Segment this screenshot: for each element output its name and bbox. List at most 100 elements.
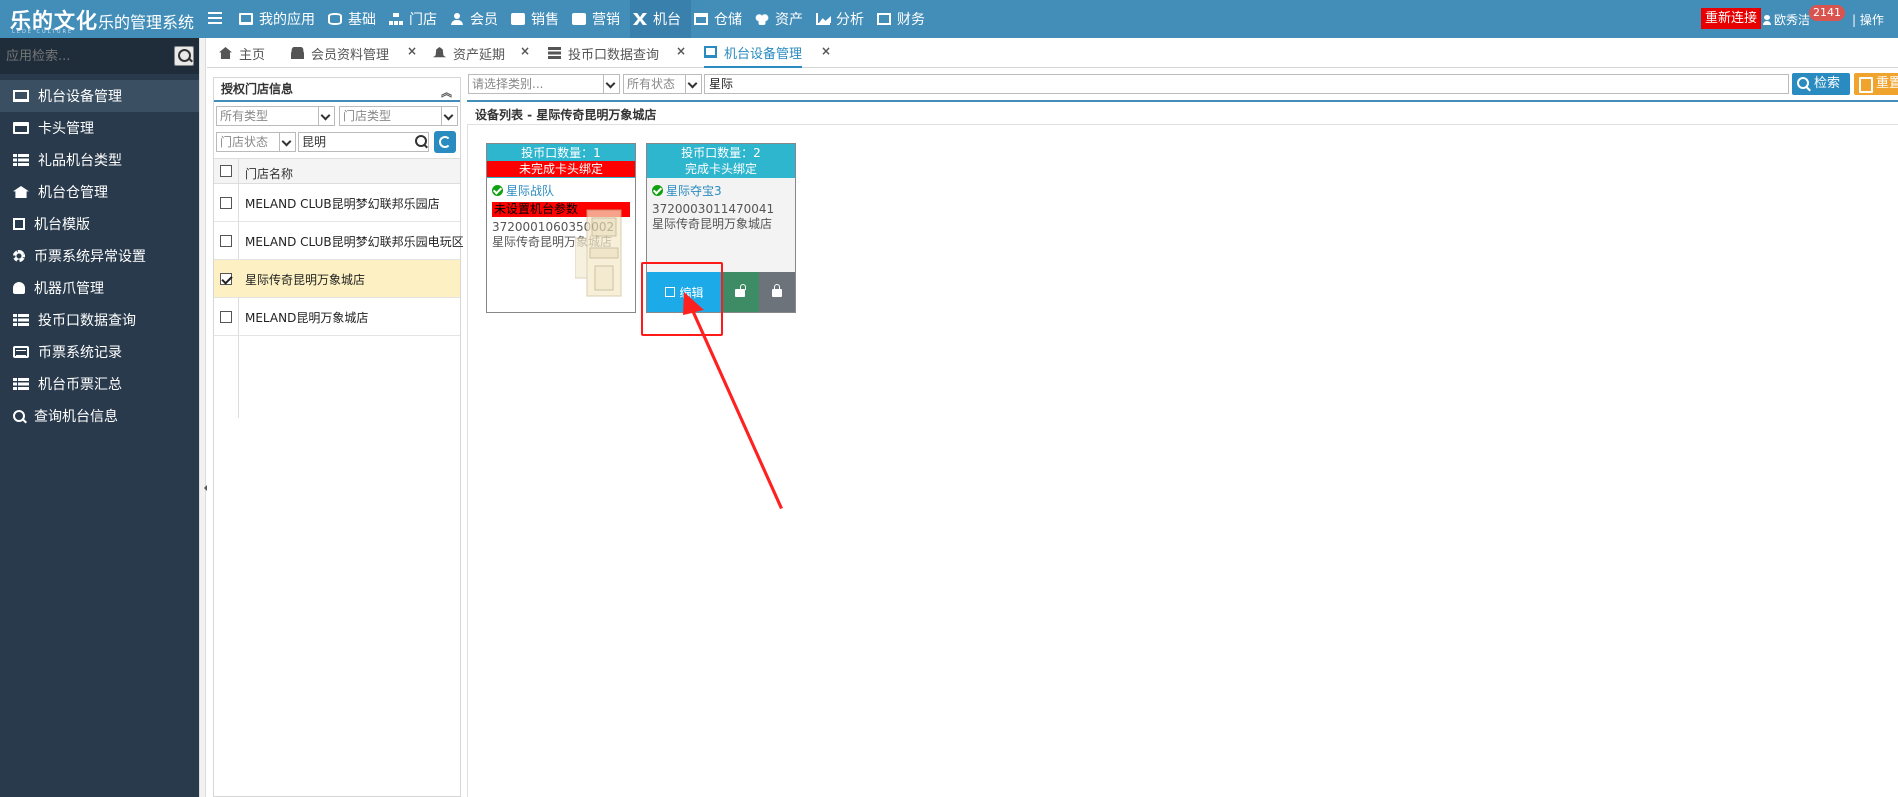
status-select[interactable]: 所有状态 bbox=[623, 74, 702, 94]
sidebar-collapse-handle[interactable] bbox=[199, 38, 207, 797]
row-checkbox[interactable] bbox=[220, 311, 232, 323]
tab-member-info[interactable]: 会员资料管理 bbox=[291, 38, 389, 68]
device-list-header: 设备列表 - 星际传奇昆明万象城店 bbox=[467, 100, 1898, 125]
nav-item-finance[interactable]: 财务 bbox=[874, 0, 935, 38]
store-status-filter-select[interactable]: 门店状态 bbox=[216, 132, 296, 152]
nav-item-my-apps[interactable]: 我的应用 bbox=[236, 0, 325, 38]
device-name[interactable]: 星际夺宝3 bbox=[652, 182, 790, 199]
table-icon bbox=[13, 154, 29, 166]
sidebar-item-ticket-summary[interactable]: 机台币票汇总 bbox=[0, 368, 199, 400]
store-panel: 授权门店信息 ︽ 所有类型 门店类型 门店状态 昆明 门店名称 MELAND C… bbox=[213, 77, 464, 797]
user-icon bbox=[1763, 14, 1771, 25]
tab-member-info-close-icon[interactable]: × bbox=[407, 44, 417, 58]
select-all-checkbox[interactable] bbox=[220, 165, 232, 177]
sidebar-item-ticket-records[interactable]: 币票系统记录 bbox=[0, 336, 199, 368]
nav-item-store[interactable]: 门店 bbox=[386, 0, 447, 38]
store-name-cell: 星际传奇昆明万象城店 bbox=[245, 273, 366, 287]
user-menu[interactable]: 欧秀洁 bbox=[1763, 11, 1810, 28]
nav-item-marketing[interactable]: 营销 bbox=[569, 0, 630, 38]
nav-item-analysis[interactable]: 分析 bbox=[813, 0, 874, 38]
home-icon bbox=[13, 186, 29, 198]
bind-status-badge: 完成卡头绑定 bbox=[684, 162, 757, 176]
tab-coin-slot-query[interactable]: 投币口数据查询 bbox=[548, 38, 659, 68]
chevron-down-icon bbox=[279, 133, 295, 151]
tab-asset-extension-close-icon[interactable]: × bbox=[520, 44, 530, 58]
device-code: 3720003011470041 bbox=[652, 202, 775, 216]
search-icon[interactable] bbox=[412, 133, 430, 151]
device-card[interactable]: 投币口数量：1 未完成卡头绑定 星际战队 未设置机台参数 37200010603… bbox=[486, 143, 636, 313]
print-icon bbox=[572, 13, 586, 25]
device-name[interactable]: 星际战队 bbox=[492, 182, 630, 199]
users-icon bbox=[291, 47, 304, 59]
credit-card-icon bbox=[13, 122, 29, 134]
row-checkbox[interactable] bbox=[220, 235, 232, 247]
nav-item-member[interactable]: 会员 bbox=[447, 0, 508, 38]
table-row-selected[interactable]: 星际传奇昆明万象城店 bbox=[214, 260, 460, 298]
sidebar-item-gift-machine-type[interactable]: 礼品机台类型 bbox=[0, 144, 199, 176]
chevron-down-icon bbox=[603, 75, 619, 93]
app-search bbox=[0, 38, 199, 74]
store-name-cell: MELAND昆明万象城店 bbox=[245, 311, 369, 325]
sidebar-item-claw-machine[interactable]: 机器爪管理 bbox=[0, 272, 199, 304]
user-name: 欧秀洁 bbox=[1774, 13, 1811, 27]
store-search-input[interactable]: 昆明 bbox=[298, 132, 429, 152]
store-type-filter-select[interactable]: 所有类型 bbox=[216, 106, 335, 126]
annotation-arrow bbox=[683, 292, 783, 509]
tab-home[interactable]: 主页 bbox=[219, 38, 265, 68]
notification-badge[interactable]: 2141 bbox=[1809, 5, 1845, 21]
check-circle-icon bbox=[652, 185, 663, 196]
refresh-icon[interactable] bbox=[434, 131, 456, 153]
app-title: 乐的管理系统 bbox=[98, 13, 195, 32]
table-row[interactable]: MELAND CLUB昆明梦幻联邦乐园电玩区 bbox=[214, 222, 464, 260]
sidebar-item-machine-info[interactable]: 查询机台信息 bbox=[0, 400, 199, 432]
store-panel-title: 授权门店信息 bbox=[221, 82, 294, 96]
store-panel-header: 授权门店信息 ︽ bbox=[214, 78, 460, 102]
sidebar-item-card-reader[interactable]: 卡头管理 bbox=[0, 112, 199, 144]
tab-coin-slot-query-close-icon[interactable]: × bbox=[676, 44, 686, 58]
collapse-up-icon[interactable]: ︽ bbox=[441, 82, 452, 104]
table-row[interactable]: MELAND CLUB昆明梦幻联邦乐园店 bbox=[214, 184, 460, 222]
store-kind-filter-select[interactable]: 门店类型 bbox=[339, 106, 458, 126]
operations-menu[interactable]: | 操作 bbox=[1852, 11, 1884, 28]
bell-icon bbox=[433, 47, 446, 58]
user-icon bbox=[450, 13, 464, 25]
nav-item-assets[interactable]: 资产 bbox=[752, 0, 813, 38]
database-icon bbox=[328, 13, 342, 25]
tab-asset-extension[interactable]: 资产延期 bbox=[433, 38, 505, 68]
nav-item-sales[interactable]: 销售 bbox=[508, 0, 569, 38]
sidebar-item-machine-template[interactable]: 机台模版 bbox=[0, 208, 199, 240]
reconnect-button[interactable]: 重新连接 bbox=[1701, 8, 1762, 29]
sidebar-item-machine-device[interactable]: 机台设备管理 bbox=[0, 80, 199, 112]
reset-button[interactable]: 重置 bbox=[1854, 73, 1898, 95]
cubes-icon bbox=[755, 13, 769, 25]
device-card-body: 星际夺宝3 3720003011470041 星际传奇昆明万象城店 bbox=[647, 178, 795, 274]
keyword-input[interactable]: 星际 bbox=[704, 74, 1789, 94]
table-row[interactable]: MELAND昆明万象城店 bbox=[214, 298, 460, 336]
search-icon[interactable] bbox=[174, 46, 194, 66]
search-button[interactable]: 检索 bbox=[1792, 73, 1850, 95]
menu-toggle-icon[interactable] bbox=[208, 12, 222, 25]
row-checkbox[interactable] bbox=[220, 197, 232, 209]
file-icon bbox=[13, 218, 25, 230]
nav-item-basic[interactable]: 基础 bbox=[325, 0, 386, 38]
top-navbar: 乐的文化 LEDE CULTURE 乐的管理系统 我的应用 基础 门店 会员 销… bbox=[0, 0, 1898, 38]
tab-machine-device[interactable]: 机台设备管理 bbox=[704, 38, 803, 68]
arcade-machine-image bbox=[575, 209, 622, 297]
tab-machine-device-close-icon[interactable]: × bbox=[821, 44, 831, 58]
app-search-input[interactable] bbox=[6, 46, 172, 66]
table-icon bbox=[548, 47, 561, 59]
category-select[interactable]: 请选择类别... bbox=[468, 74, 620, 94]
android-icon bbox=[13, 282, 25, 294]
coin-slot-count: 投币口数量：2 bbox=[681, 146, 761, 160]
nav-item-machine[interactable]: 机台 bbox=[630, 0, 691, 38]
device-card-body: 星际战队 未设置机台参数 3720001060350002 星际传奇昆明万象城店 bbox=[487, 178, 635, 297]
sidebar-item-ticket-exception[interactable]: 币票系统异常设置 bbox=[0, 240, 199, 272]
sidebar-item-coin-slot-query[interactable]: 投币口数据查询 bbox=[0, 304, 199, 336]
nav-item-warehouse[interactable]: 仓储 bbox=[691, 0, 752, 38]
sidebar-item-machine-warehouse[interactable]: 机台仓管理 bbox=[0, 176, 199, 208]
calendar-icon bbox=[694, 13, 708, 25]
area-chart-icon bbox=[816, 13, 830, 25]
store-table-header: 门店名称 bbox=[214, 158, 460, 184]
main-nav: 我的应用 基础 门店 会员 销售 营销 机台 仓储 资产 分析 财务 bbox=[236, 0, 935, 38]
row-checkbox-checked[interactable] bbox=[220, 273, 232, 285]
